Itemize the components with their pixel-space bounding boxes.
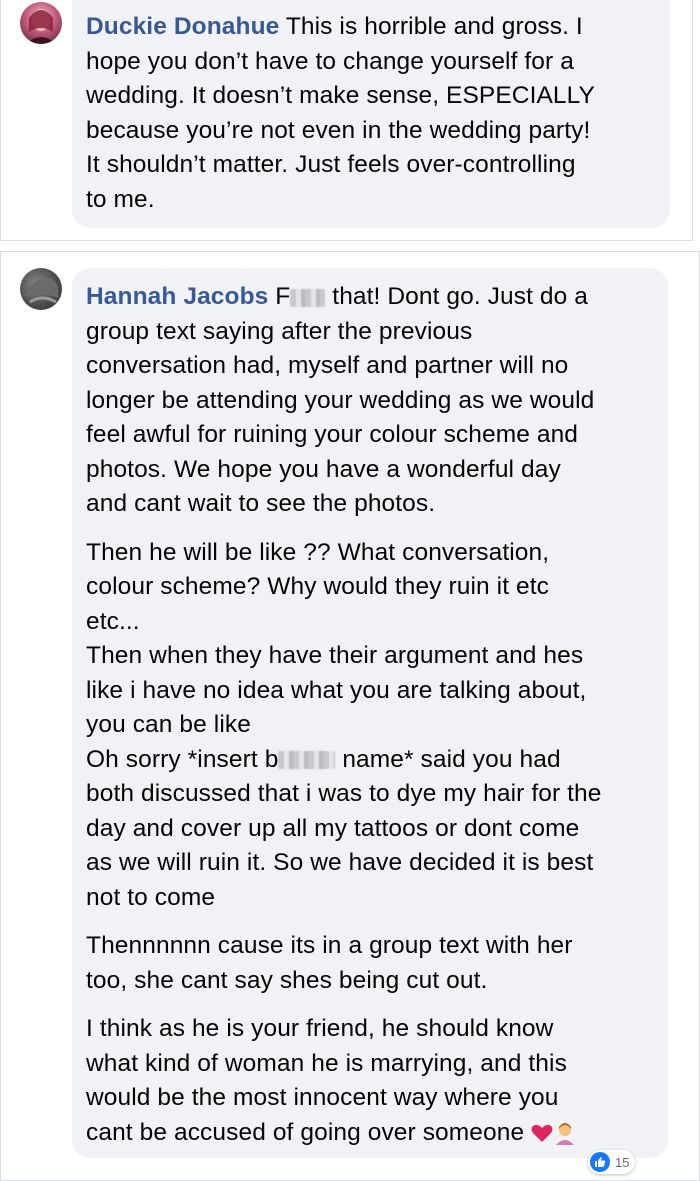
- comment-paragraph: Then he will be like ?? What conversatio…: [86, 538, 602, 911]
- avatar[interactable]: [20, 2, 62, 44]
- avatar-photo-icon: [26, 9, 56, 44]
- comment-paragraph: Hannah Jacobs F that! Dont go. Just do a…: [86, 283, 595, 517]
- reaction-count: 15: [615, 1154, 630, 1170]
- like-icon: [590, 1152, 610, 1172]
- comment-author[interactable]: Hannah Jacobs: [86, 283, 268, 310]
- avatar[interactable]: [20, 268, 62, 310]
- person-shrugging-emoji-icon: [556, 1123, 575, 1146]
- censored-word: [278, 751, 336, 770]
- comment-bubble: Duckie Donahue This is horrible and gros…: [72, 0, 670, 228]
- reaction-summary[interactable]: 15: [588, 1150, 636, 1174]
- comment-paragraph: I think as he is your friend, he should …: [86, 1012, 654, 1150]
- comment-text: Duckie Donahue This is horrible and gros…: [86, 13, 595, 213]
- comment-paragraph: Thennnnnn cause its in a group text with…: [86, 932, 573, 994]
- comment-bubble: Hannah Jacobs F that! Dont go. Just do a…: [72, 268, 668, 1158]
- censored-word: [290, 288, 326, 307]
- comment-author[interactable]: Duckie Donahue: [86, 13, 279, 40]
- avatar-photo-icon: [24, 277, 59, 304]
- red-heart-emoji-icon: [531, 1124, 553, 1143]
